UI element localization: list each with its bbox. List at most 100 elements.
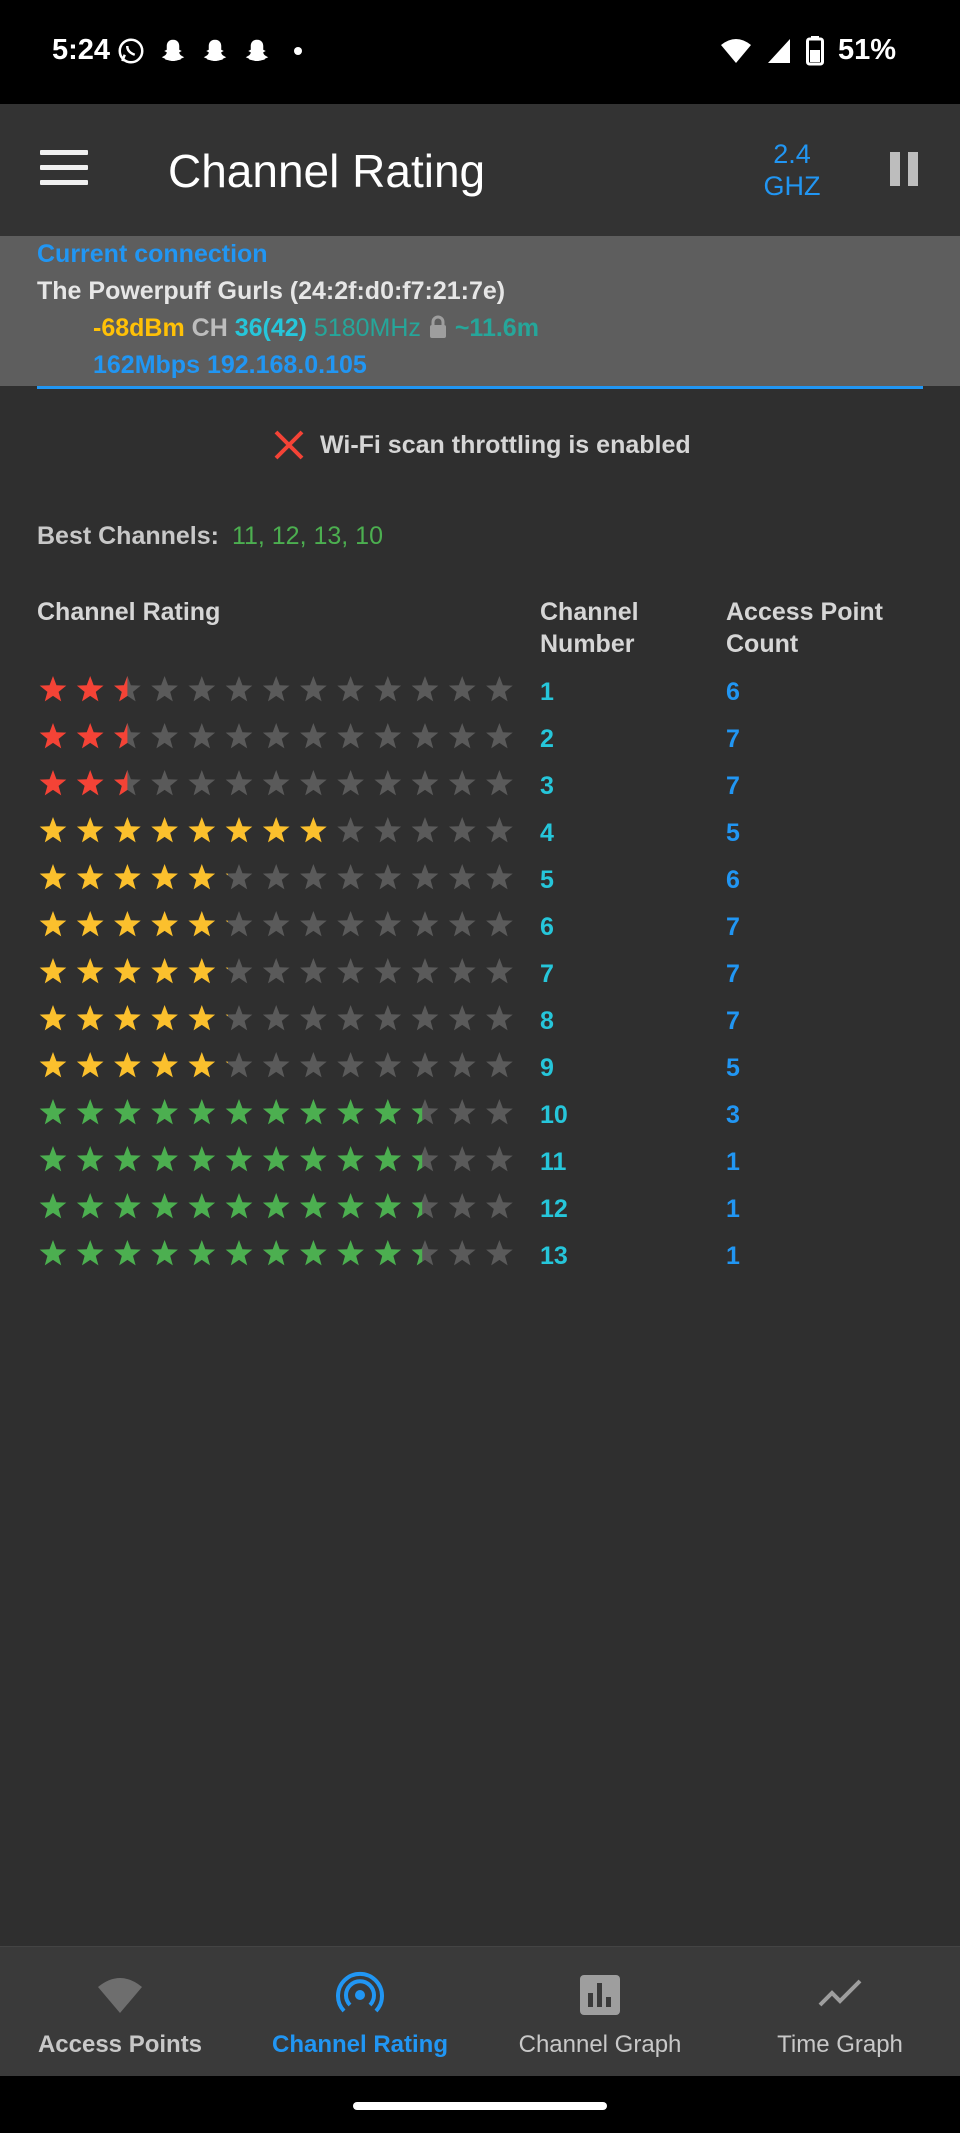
star-icon	[76, 1146, 104, 1172]
star-icon	[151, 958, 178, 984]
whatsapp-icon	[118, 38, 144, 64]
star-icon	[262, 1193, 290, 1219]
star-icon	[188, 817, 216, 843]
star-icon	[39, 864, 67, 890]
star-icon	[151, 676, 178, 702]
channel-number: 3	[540, 772, 554, 800]
star-icon	[374, 1240, 402, 1266]
star-rating	[39, 1193, 513, 1219]
pause-button[interactable]	[890, 152, 918, 186]
star-icon	[337, 864, 364, 890]
star-icon	[262, 911, 290, 937]
home-gesture-handle[interactable]	[353, 2102, 607, 2110]
star-icon	[262, 817, 290, 843]
star-icon	[188, 1193, 216, 1219]
star-icon	[337, 1193, 364, 1219]
nav-label: Channel Rating	[271, 2031, 448, 2058]
star-icon	[188, 1005, 216, 1031]
star-icon	[188, 1146, 216, 1172]
access-point-count: 1	[726, 1195, 740, 1223]
channel-number: 5	[540, 866, 554, 894]
best-channels: Best Channels: 11, 12, 13, 10	[37, 522, 383, 551]
star-icon	[374, 770, 402, 796]
star-rating	[39, 864, 513, 890]
star-icon	[114, 1052, 141, 1078]
nav-label: Channel Graph	[518, 2031, 682, 2058]
star-icon	[448, 1052, 476, 1078]
star-icon	[39, 1146, 67, 1172]
star-rating	[39, 1240, 513, 1266]
nav-channel-graph[interactable]: Channel Graph	[480, 1947, 720, 2077]
star-icon	[188, 1052, 216, 1078]
channel-row: 67	[37, 905, 937, 952]
star-icon	[448, 676, 476, 702]
star-icon	[448, 770, 476, 796]
star-icon	[411, 723, 439, 749]
star-icon	[300, 911, 327, 937]
star-icon	[411, 676, 439, 702]
star-icon	[262, 1005, 290, 1031]
star-icon	[337, 1240, 364, 1266]
star-icon	[374, 1052, 402, 1078]
channel-number: 10	[540, 1101, 568, 1129]
nav-access-points[interactable]: Access Points	[0, 1947, 240, 2077]
star-icon	[374, 864, 402, 890]
nav-channel-rating[interactable]: Channel Rating	[240, 1947, 480, 2077]
star-icon	[225, 770, 253, 796]
star-icon	[76, 676, 104, 702]
nav-label: Access Points	[37, 2031, 203, 2058]
star-icon	[225, 1005, 253, 1031]
star-icon	[39, 958, 67, 984]
star-icon	[337, 1146, 364, 1172]
channel-number: 8	[540, 1007, 554, 1035]
star-icon	[39, 1193, 67, 1219]
star-icon	[448, 958, 476, 984]
nav-time-graph[interactable]: Time Graph	[720, 1947, 960, 2077]
star-icon	[262, 1052, 290, 1078]
channel-row: 37	[37, 764, 937, 811]
channel-number: 9	[540, 1054, 554, 1082]
star-icon	[76, 1193, 104, 1219]
connection-channel: 36(42)	[234, 314, 307, 342]
star-icon	[374, 1193, 402, 1219]
star-icon	[337, 1005, 364, 1031]
star-rating	[39, 723, 513, 749]
star-icon	[225, 1146, 253, 1172]
star-icon	[374, 958, 402, 984]
star-icon	[300, 676, 327, 702]
star-icon	[188, 1099, 216, 1125]
star-icon	[486, 676, 513, 702]
star-icon	[448, 911, 476, 937]
channel-row: 56	[37, 858, 937, 905]
access-point-count: 7	[726, 725, 740, 753]
channel-row: 13 1	[37, 1234, 937, 1281]
star-icon	[300, 770, 327, 796]
band-toggle-button[interactable]: 2.4 GHZ	[752, 138, 832, 202]
battery-icon	[805, 35, 824, 65]
channel-row: 11 1	[37, 1140, 937, 1187]
header-access-point-count: Access Point Count	[726, 598, 884, 658]
more-notifications-dot-icon	[294, 47, 302, 55]
star-icon	[225, 1193, 253, 1219]
access-point-count: 3	[726, 1101, 740, 1129]
star-icon	[151, 1005, 178, 1031]
star-rating	[39, 911, 513, 937]
star-icon	[300, 864, 327, 890]
connection-frequency: 5180MHz	[313, 314, 421, 342]
page-title: Channel Rating	[168, 145, 486, 197]
star-icon	[448, 1146, 476, 1172]
star-icon	[151, 1240, 178, 1266]
star-icon	[39, 911, 67, 937]
star-icon	[76, 1099, 104, 1125]
connection-details: -68dBm CH 36(42) 5180MHz ~11.6m	[93, 314, 539, 343]
star-icon	[486, 817, 513, 843]
connection-ssid: The Powerpuff Gurls (24:2f:d0:f7:21:7e)	[37, 277, 506, 305]
star-icon	[151, 1099, 178, 1125]
menu-button[interactable]	[40, 150, 88, 190]
star-icon	[300, 958, 327, 984]
band-value: 2.4	[773, 139, 811, 169]
star-icon	[262, 1240, 290, 1266]
channel-row: 16	[37, 670, 937, 717]
star-icon	[262, 958, 290, 984]
channel-row: 77	[37, 952, 937, 999]
